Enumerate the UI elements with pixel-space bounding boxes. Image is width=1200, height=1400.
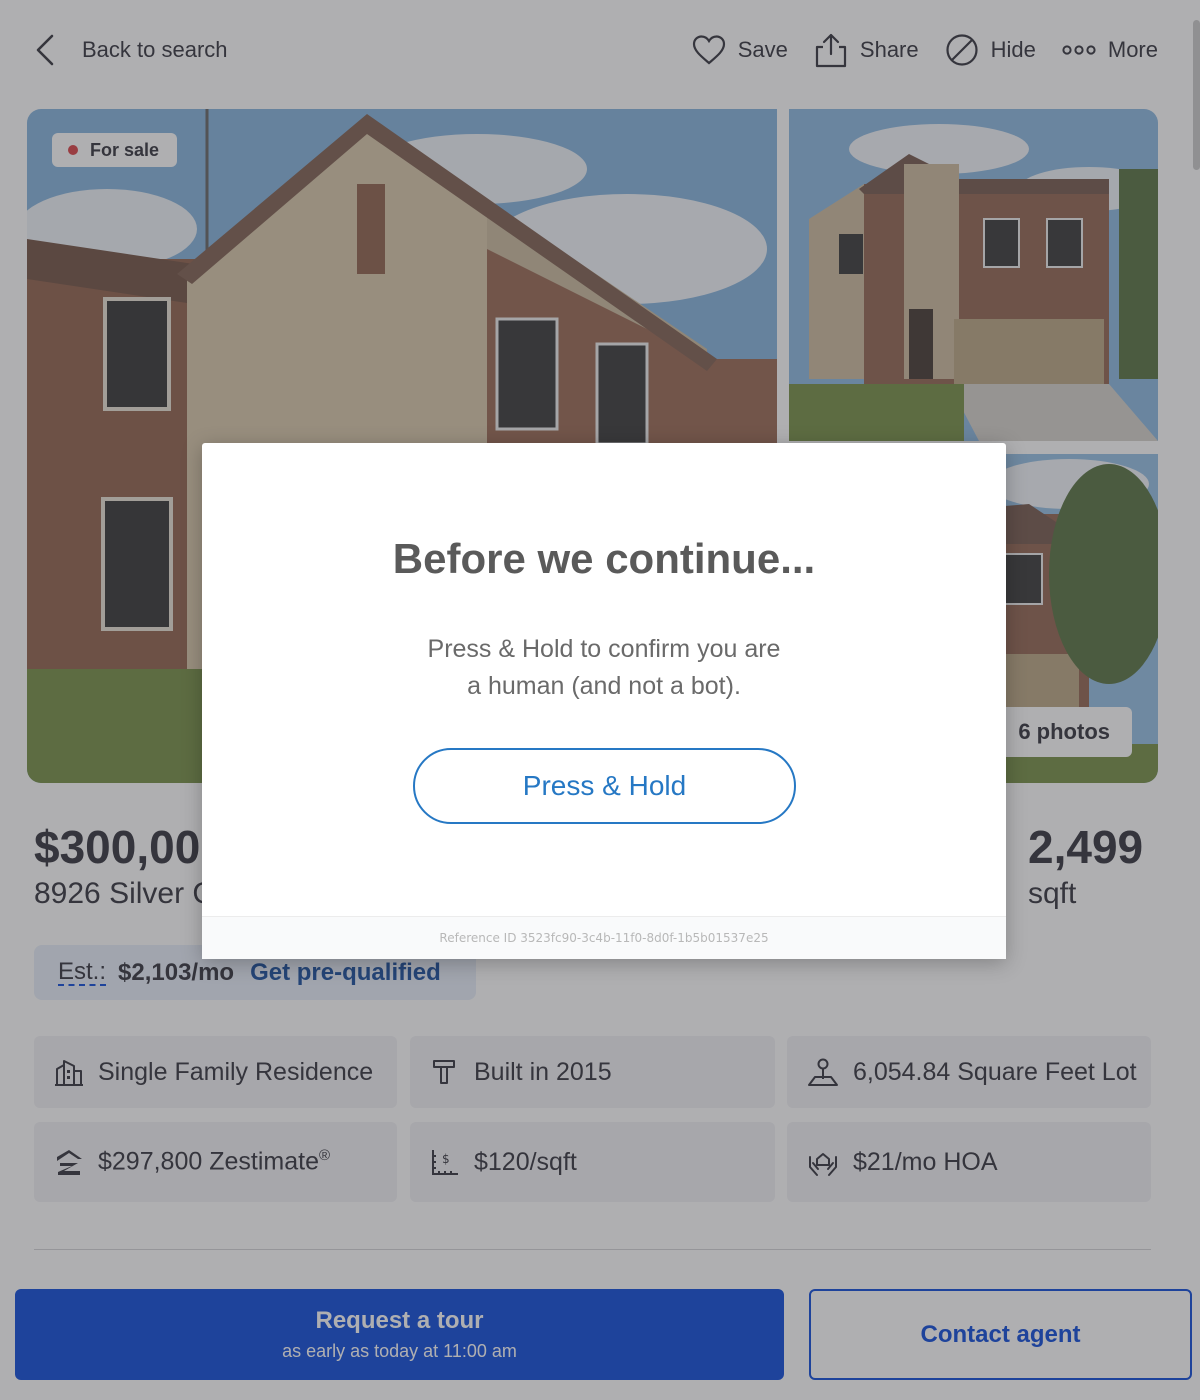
captcha-instructions: Press & Hold to confirm you are a human …: [202, 631, 1006, 705]
captcha-instructions-line-1: Press & Hold to confirm you are: [427, 635, 781, 663]
press-and-hold-button[interactable]: Press & Hold: [413, 748, 796, 824]
captcha-title: Before we continue...: [392, 535, 816, 582]
captcha-instructions-line-2: a human (and not a bot).: [467, 672, 741, 700]
captcha-modal: Before we continue... Press & Hold to co…: [202, 443, 1006, 959]
captcha-reference-id: Reference ID 3523fc90-3c4b-11f0-8d0f-1b5…: [202, 916, 1006, 959]
